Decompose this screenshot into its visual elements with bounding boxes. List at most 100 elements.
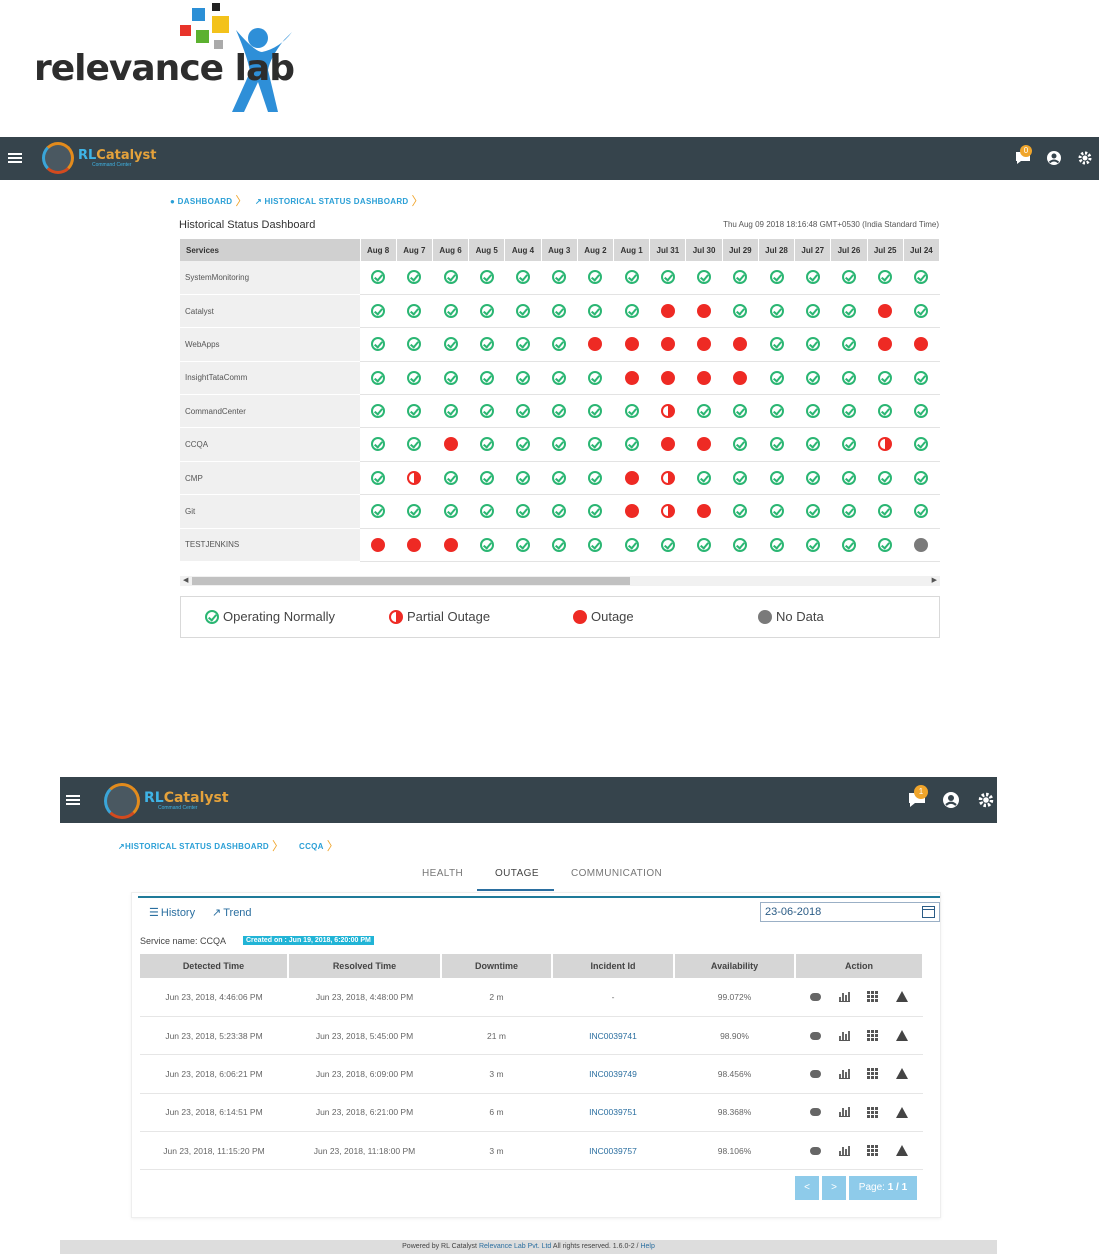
footer-company-link[interactable]: Relevance Lab Pvt. Ltd [479,1243,551,1250]
status-cell[interactable] [613,294,650,329]
service-name[interactable]: CCQA [180,427,360,462]
status-cell[interactable] [722,261,759,295]
status-cell[interactable] [432,294,469,329]
status-cell[interactable] [649,494,686,529]
status-cell[interactable] [577,394,614,429]
grid-icon[interactable] [867,1030,879,1042]
tab-health[interactable]: HEALTH [422,868,463,879]
service-name[interactable]: Git [180,494,360,529]
service-name[interactable]: CommandCenter [180,394,360,429]
status-cell[interactable] [794,294,831,329]
status-cell[interactable] [903,294,940,329]
status-cell[interactable] [830,327,868,362]
status-cell[interactable] [541,427,578,462]
status-cell[interactable] [504,394,542,429]
status-cell[interactable] [577,528,614,563]
status-cell[interactable] [396,394,433,429]
status-cell[interactable] [577,294,614,329]
status-cell[interactable] [867,327,904,362]
calendar-icon[interactable] [922,906,935,918]
warning-icon[interactable] [896,991,909,1003]
status-cell[interactable] [867,361,904,396]
comment-icon[interactable] [809,1031,821,1040]
status-cell[interactable] [867,394,904,429]
comment-icon[interactable] [809,1146,821,1155]
status-cell[interactable] [758,394,795,429]
status-cell[interactable] [830,494,868,529]
status-cell[interactable] [541,528,578,563]
status-cell[interactable] [685,327,723,362]
bar-chart-icon[interactable] [838,1068,850,1079]
status-cell[interactable] [468,394,505,429]
status-cell[interactable] [577,494,614,529]
status-cell[interactable] [541,261,578,295]
breadcrumb-historical-status[interactable]: ↗HISTORICAL STATUS DASHBOARD 〉 [118,836,284,853]
status-cell[interactable] [649,427,686,462]
date-input[interactable] [760,902,940,922]
status-cell[interactable] [794,461,831,496]
status-cell[interactable] [867,294,904,329]
status-cell[interactable] [758,261,795,295]
status-cell[interactable] [432,427,469,462]
status-cell[interactable] [432,494,469,529]
status-cell[interactable] [903,427,940,462]
status-cell[interactable] [722,361,759,396]
incident-cell[interactable]: INC0039741 [552,1016,674,1056]
status-cell[interactable] [504,261,542,295]
status-cell[interactable] [685,261,723,295]
status-cell[interactable] [903,361,940,396]
breadcrumb-historical-status[interactable]: ↗ HISTORICAL STATUS DASHBOARD 〉 [255,191,424,208]
hamburger-menu-icon[interactable] [8,153,22,163]
subtab-history[interactable]: ☰ History [149,906,195,920]
status-cell[interactable] [903,461,940,496]
status-cell[interactable] [541,327,578,362]
user-icon[interactable] [1047,151,1061,167]
status-cell[interactable] [758,361,795,396]
tab-communication[interactable]: COMMUNICATION [571,868,662,879]
status-cell[interactable] [577,461,614,496]
incident-cell[interactable]: INC0039751 [552,1093,674,1133]
service-name[interactable]: TESTJENKINS [180,528,360,563]
status-cell[interactable] [577,427,614,462]
status-cell[interactable] [396,528,433,563]
status-cell[interactable] [722,461,759,496]
warning-icon[interactable] [896,1068,909,1080]
status-cell[interactable] [722,427,759,462]
status-cell[interactable] [541,361,578,396]
status-cell[interactable] [867,528,904,563]
status-cell[interactable] [613,394,650,429]
warning-icon[interactable] [896,1145,909,1157]
status-cell[interactable] [504,294,542,329]
service-name[interactable]: InsightTataComm [180,361,360,396]
status-cell[interactable] [577,327,614,362]
status-cell[interactable] [903,261,940,295]
status-cell[interactable] [794,528,831,563]
status-cell[interactable] [758,294,795,329]
status-cell[interactable] [360,261,397,295]
status-cell[interactable] [903,494,940,529]
settings-gear-icon[interactable] [978,792,994,810]
service-name[interactable]: CMP [180,461,360,496]
status-cell[interactable] [396,294,433,329]
status-cell[interactable] [830,461,868,496]
status-cell[interactable] [613,461,650,496]
incident-cell[interactable]: INC0039749 [552,1054,674,1094]
status-cell[interactable] [360,528,397,563]
status-cell[interactable] [794,261,831,295]
status-cell[interactable] [830,528,868,563]
status-cell[interactable] [758,528,795,563]
warning-icon[interactable] [896,1030,909,1042]
status-cell[interactable] [758,461,795,496]
status-cell[interactable] [649,327,686,362]
status-cell[interactable] [504,461,542,496]
status-cell[interactable] [722,327,759,362]
status-cell[interactable] [903,394,940,429]
status-cell[interactable] [867,261,904,295]
comment-icon[interactable] [809,992,821,1001]
status-cell[interactable] [830,294,868,329]
status-cell[interactable] [577,261,614,295]
status-cell[interactable] [613,427,650,462]
status-cell[interactable] [649,294,686,329]
service-name[interactable]: Catalyst [180,294,360,329]
bar-chart-icon[interactable] [838,1145,850,1156]
